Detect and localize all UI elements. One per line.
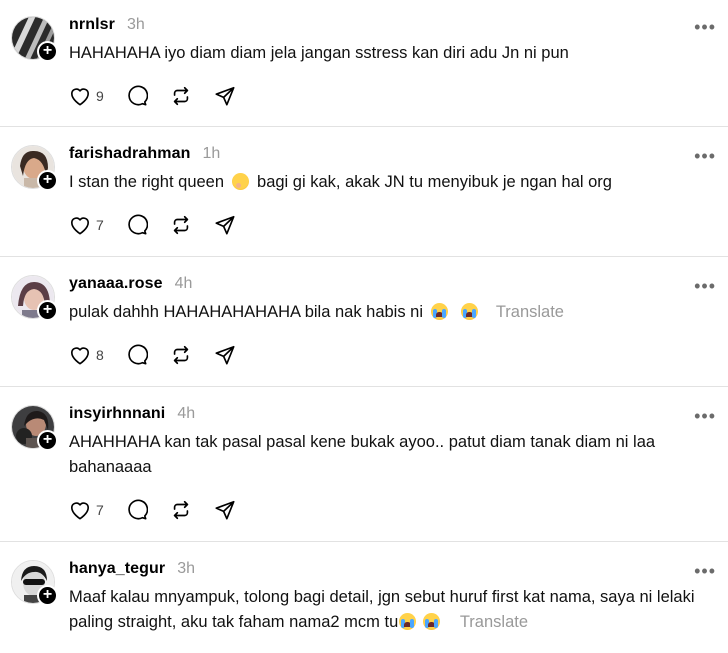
avatar[interactable]: +	[11, 16, 58, 62]
post-text-part: pulak dahhh HAHAHAHAHAHA bila nak habis …	[69, 303, 424, 321]
more-icon[interactable]: •••	[694, 562, 716, 580]
post-text: pulak dahhh HAHAHAHAHAHA bila nak habis …	[69, 300, 708, 325]
avatar[interactable]: +	[11, 275, 58, 321]
post-text-part: Maaf kalau mnyampuk, tolong bagi detail,…	[69, 588, 695, 631]
repost-icon	[173, 345, 189, 365]
more-icon[interactable]: •••	[694, 18, 716, 36]
shy-face-emoji-icon	[232, 173, 250, 190]
crying-face-emoji-icon	[423, 613, 441, 630]
heart-icon	[70, 88, 90, 106]
like-count: 7	[96, 502, 104, 518]
more-icon[interactable]: •••	[694, 407, 716, 425]
send-icon	[215, 86, 235, 106]
share-button[interactable]	[214, 344, 236, 366]
post-text: HAHAHAHA iyo diam diam jela jangan sstre…	[69, 44, 569, 62]
follow-plus-icon[interactable]: +	[37, 170, 58, 191]
action-bar: 8	[69, 344, 258, 366]
like-count: 7	[96, 217, 104, 233]
follow-plus-icon[interactable]: +	[37, 300, 58, 321]
like-button[interactable]: 7	[69, 500, 104, 520]
post-text-part: bagi gi kak, akak JN tu menyibuk je ngan…	[257, 173, 612, 191]
more-icon[interactable]: •••	[694, 147, 716, 165]
reply-button[interactable]	[126, 85, 148, 107]
comment-icon	[128, 214, 148, 235]
username[interactable]: nrnlsr	[69, 16, 115, 34]
username[interactable]: hanya_tegur	[69, 560, 165, 578]
avatar[interactable]: +	[11, 405, 58, 451]
username[interactable]: farishadrahman	[69, 145, 190, 163]
timestamp: 3h	[177, 560, 196, 577]
post-text: I stan the right queen bagi gi kak, akak …	[69, 170, 708, 195]
username[interactable]: yanaaa.rose	[69, 275, 163, 293]
share-button[interactable]	[214, 499, 236, 521]
timestamp: 1h	[202, 145, 221, 162]
timestamp: 4h	[174, 275, 193, 292]
share-button[interactable]	[214, 85, 236, 107]
post-text: Maaf kalau mnyampuk, tolong bagi detail,…	[69, 585, 708, 635]
repost-button[interactable]	[170, 85, 192, 107]
heart-icon	[70, 217, 90, 235]
reply-button[interactable]	[126, 499, 148, 521]
repost-icon	[173, 86, 189, 106]
post: + farishadrahman 1h ••• I stan the right…	[0, 127, 728, 257]
repost-button[interactable]	[170, 344, 192, 366]
post-header: yanaaa.rose 4h	[69, 273, 192, 295]
post-header: hanya_tegur 3h	[69, 558, 195, 580]
username[interactable]: insyirhnnani	[69, 405, 165, 423]
crying-face-emoji-icon	[399, 613, 417, 630]
share-button[interactable]	[214, 214, 236, 236]
send-icon	[215, 215, 235, 235]
crying-face-emoji-icon	[461, 303, 479, 320]
action-bar: 9	[69, 85, 258, 107]
heart-icon	[70, 502, 90, 520]
post-header: nrnlsr 3h	[69, 14, 145, 36]
comment-icon	[128, 85, 148, 106]
timestamp: 4h	[177, 405, 196, 422]
more-icon[interactable]: •••	[694, 277, 716, 295]
repost-icon	[173, 215, 189, 235]
action-bar: 7	[69, 499, 258, 521]
translate-link[interactable]: Translate	[496, 303, 564, 321]
like-count: 8	[96, 347, 104, 363]
translate-link[interactable]: Translate	[460, 613, 528, 631]
action-bar: 7	[69, 214, 258, 236]
like-count: 9	[96, 88, 104, 104]
post: + insyirhnnani 4h ••• AHAHHAHA kan tak p…	[0, 387, 728, 542]
repost-button[interactable]	[170, 499, 192, 521]
reply-button[interactable]	[126, 344, 148, 366]
like-button[interactable]: 7	[69, 215, 104, 235]
send-icon	[215, 500, 235, 520]
like-button[interactable]: 9	[69, 86, 104, 106]
follow-plus-icon[interactable]: +	[37, 41, 58, 62]
post-text: AHAHHAHA kan tak pasal pasal kene bukak …	[69, 433, 656, 476]
avatar[interactable]: +	[11, 145, 58, 191]
post: + nrnlsr 3h ••• HAHAHAHA iyo diam diam j…	[0, 0, 728, 127]
follow-plus-icon[interactable]: +	[37, 430, 58, 451]
post: + yanaaa.rose 4h ••• pulak dahhh HAHAHAH…	[0, 257, 728, 387]
post: + hanya_tegur 3h ••• Maaf kalau mnyampuk…	[0, 542, 728, 653]
repost-icon	[173, 500, 189, 520]
timestamp: 3h	[126, 16, 145, 33]
like-button[interactable]: 8	[69, 345, 104, 365]
post-header: farishadrahman 1h	[69, 143, 220, 165]
comment-icon	[128, 344, 148, 365]
reply-button[interactable]	[126, 214, 148, 236]
send-icon	[215, 345, 235, 365]
comment-icon	[128, 499, 148, 520]
post-header: insyirhnnani 4h	[69, 403, 195, 425]
crying-face-emoji-icon	[430, 303, 448, 320]
post-text-part: I stan the right queen	[69, 173, 225, 191]
repost-button[interactable]	[170, 214, 192, 236]
heart-icon	[70, 347, 90, 365]
follow-plus-icon[interactable]: +	[37, 585, 58, 606]
avatar[interactable]: +	[11, 560, 58, 606]
